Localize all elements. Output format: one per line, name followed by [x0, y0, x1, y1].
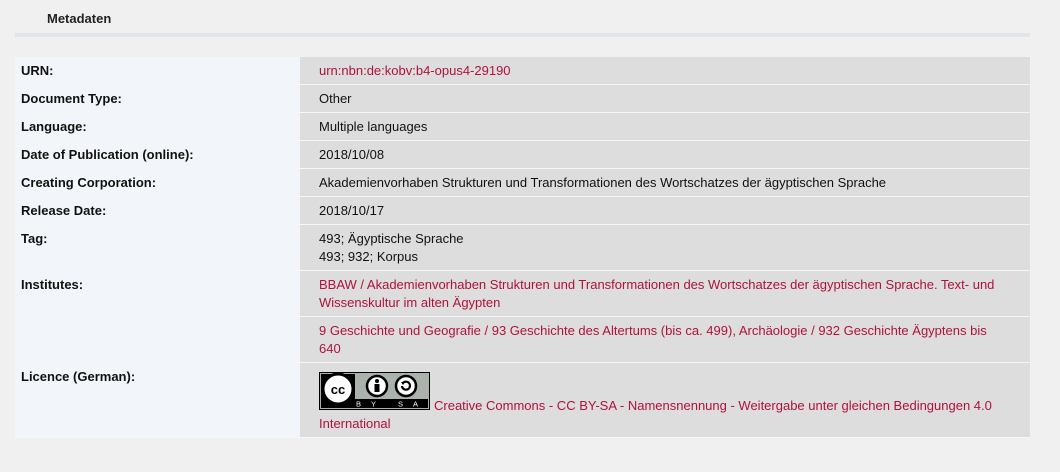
language-label: Language:: [15, 112, 300, 141]
table-row: Language: Multiple languages: [15, 112, 1030, 141]
table-row: Release Date: 2018/10/17: [15, 196, 1030, 225]
licence-label: Licence (German):: [15, 362, 300, 438]
cc-by-sa-icon: cc BY SA: [319, 372, 430, 410]
table-row: Creating Corporation: Akademienvorhaben …: [15, 168, 1030, 197]
empty-label-cell: [15, 316, 300, 363]
document-type-label: Document Type:: [15, 84, 300, 113]
publication-date-label: Date of Publication (online):: [15, 140, 300, 169]
urn-label: URN:: [15, 57, 300, 85]
table-row: Tag: 493; Ägyptische Sprache 493; 932; K…: [15, 224, 1030, 271]
urn-link[interactable]: urn:nbn:de:kobv:b4-opus4-29190: [319, 63, 511, 78]
metadata-table: URN: urn:nbn:de:kobv:b4-opus4-29190 Docu…: [15, 57, 1030, 438]
tag-item: 493; 932; Korpus: [319, 249, 419, 264]
institute-link-ddc[interactable]: 9 Geschichte und Geografie / 93 Geschich…: [319, 323, 987, 356]
table-row: Institutes: BBAW / Akademienvorhaben Str…: [15, 270, 1030, 317]
publication-date-value: 2018/10/08: [300, 140, 1030, 169]
document-type-value: Other: [300, 84, 1030, 113]
svg-text:cc: cc: [331, 382, 345, 397]
institute-link-bbaw[interactable]: BBAW / Akademienvorhaben Strukturen und …: [319, 277, 994, 310]
table-row: Licence (German): cc BY SA Creative Comm…: [15, 362, 1030, 438]
metadata-header: Metadaten: [15, 0, 1030, 37]
release-date-value: 2018/10/17: [300, 196, 1030, 225]
tag-values: 493; Ägyptische Sprache 493; 932; Korpus: [300, 224, 1030, 271]
table-row: URN: urn:nbn:de:kobv:b4-opus4-29190: [15, 57, 1030, 85]
cc-badge-text: BY SA: [356, 400, 428, 409]
table-row: Date of Publication (online): 2018/10/08: [15, 140, 1030, 169]
table-row: Document Type: Other: [15, 84, 1030, 113]
creating-corporation-value: Akademienvorhaben Strukturen und Transfo…: [300, 168, 1030, 197]
tag-item: 493; Ägyptische Sprache: [319, 231, 464, 246]
cc-by-sa-badge[interactable]: cc BY SA: [319, 372, 430, 415]
tag-label: Tag:: [15, 224, 300, 271]
licence-value: cc BY SA Creative Commons - CC BY-SA - N…: [300, 362, 1030, 438]
institutes-label: Institutes:: [15, 270, 300, 317]
creating-corporation-label: Creating Corporation:: [15, 168, 300, 197]
section-title: Metadaten: [47, 11, 112, 26]
release-date-label: Release Date:: [15, 196, 300, 225]
language-value: Multiple languages: [300, 112, 1030, 141]
table-row: 9 Geschichte und Geografie / 93 Geschich…: [15, 316, 1030, 363]
